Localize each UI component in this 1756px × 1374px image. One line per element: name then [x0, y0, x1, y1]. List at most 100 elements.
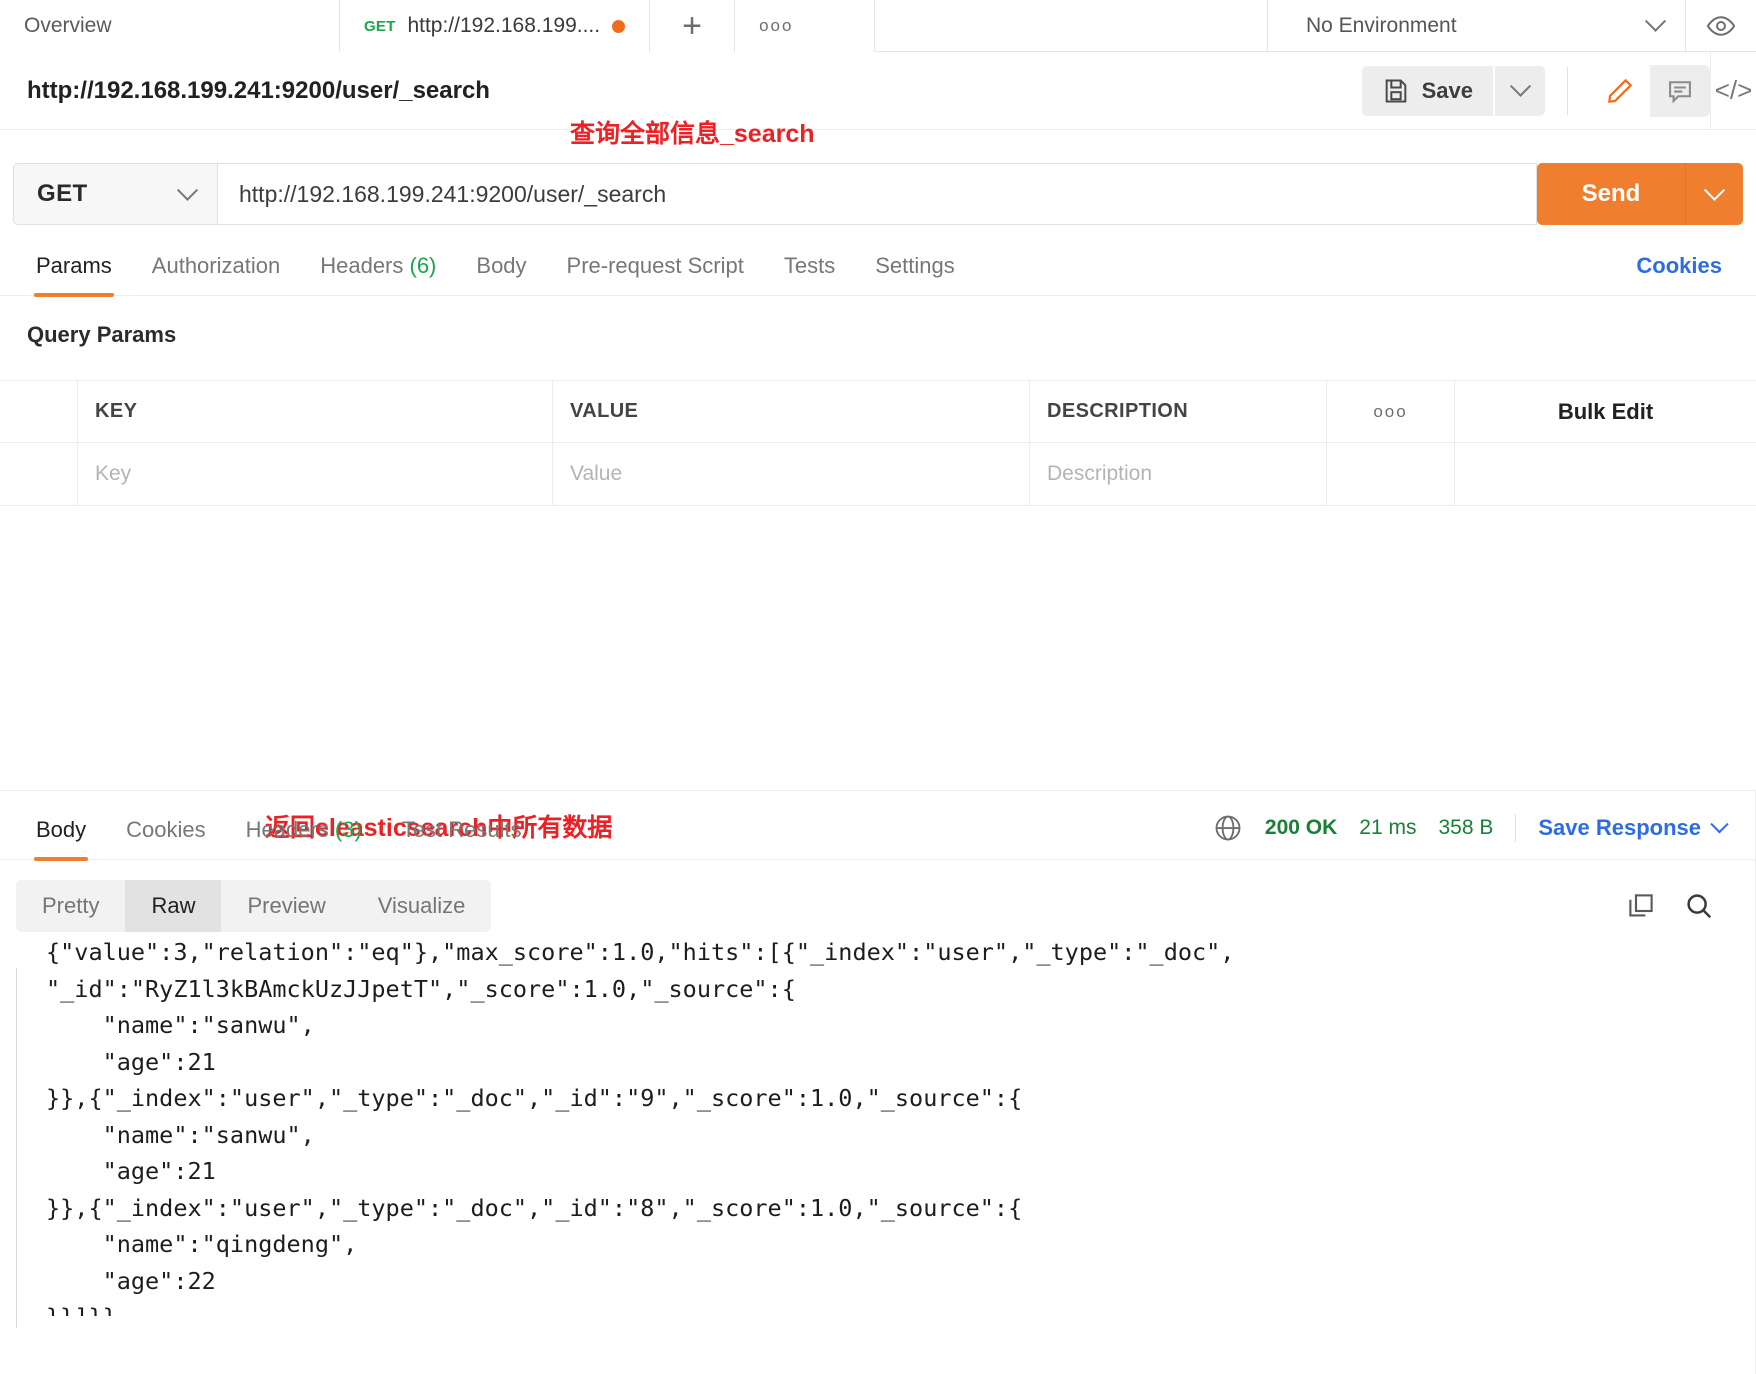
- query-params-table: KEY VALUE DESCRIPTION ooo Bulk Edit Key …: [0, 380, 1756, 506]
- save-button[interactable]: Save: [1361, 65, 1493, 116]
- format-tab-raw-label: Raw: [151, 893, 196, 918]
- tab-response-cookies[interactable]: Cookies: [106, 817, 225, 859]
- tab-authorization[interactable]: Authorization: [132, 253, 300, 295]
- row-spacer-1: [1327, 443, 1455, 505]
- save-options-button[interactable]: [1495, 65, 1545, 116]
- save-response-label: Save Response: [1538, 815, 1701, 840]
- url-input-value: http://192.168.199.241:9200/user/_search: [239, 180, 667, 207]
- tab-settings-label: Settings: [875, 253, 955, 278]
- tab-response-headers[interactable]: Headers (3): [226, 817, 382, 859]
- environment-quicklook-button[interactable]: [1686, 0, 1756, 51]
- row-value-input[interactable]: Value: [553, 443, 1030, 505]
- bulk-edit-label: Bulk Edit: [1557, 398, 1654, 424]
- page-title: http://192.168.199.241:9200/user/_search: [27, 76, 490, 104]
- postman-window: Overview GET http://192.168.199.... + oo…: [0, 0, 1756, 1374]
- edit-mode-button[interactable]: [1590, 64, 1650, 117]
- eye-icon: [1706, 15, 1736, 36]
- tab-response-headers-label: Headers: [245, 817, 329, 842]
- response-pane: Body Cookies Headers (3) Test Results 20…: [0, 790, 1756, 1374]
- code-icon: </>: [1714, 75, 1753, 105]
- tab-headers-label: Headers: [320, 253, 404, 278]
- row-description-input[interactable]: Description: [1030, 443, 1327, 505]
- tab-pre-request-script-label: Pre-request Script: [566, 253, 744, 278]
- response-size: 358 B: [1438, 816, 1494, 839]
- bulk-edit-button[interactable]: Bulk Edit: [1455, 381, 1756, 442]
- tab-test-results[interactable]: Test Results: [382, 817, 542, 859]
- ellipsis-icon: ooo: [759, 16, 794, 35]
- environment-label: No Environment: [1306, 13, 1457, 37]
- chevron-down-icon: [176, 179, 199, 201]
- row-value-placeholder: Value: [570, 462, 623, 485]
- row-key-input[interactable]: Key: [78, 443, 553, 505]
- response-body-text: {"value":3,"relation":"eq"},"max_score":…: [0, 942, 1756, 1316]
- format-tab-visualize-label: Visualize: [377, 893, 466, 918]
- request-tabs: Params Authorization Headers (6) Body Pr…: [0, 253, 1756, 297]
- url-input[interactable]: http://192.168.199.241:9200/user/_search: [217, 163, 1537, 225]
- format-tab-raw[interactable]: Raw: [125, 880, 222, 932]
- tab-params[interactable]: Params: [16, 253, 132, 297]
- cookies-link[interactable]: Cookies: [1636, 253, 1740, 295]
- request-title-bar: http://192.168.199.241:9200/user/_search…: [0, 52, 1756, 130]
- chevron-down-icon: [1644, 10, 1667, 32]
- request-actions: Save </>: [1361, 52, 1756, 129]
- table-row: Key Value Description: [0, 443, 1756, 505]
- code-snippet-button[interactable]: </>: [1710, 52, 1756, 129]
- chevron-down-icon: [1509, 75, 1531, 97]
- tab-body[interactable]: Body: [456, 253, 546, 295]
- tab-response-headers-count: (3): [334, 817, 362, 842]
- tab-body-label: Body: [476, 253, 527, 278]
- more-tabs-button[interactable]: ooo: [735, 0, 876, 52]
- tab-response-body[interactable]: Body: [16, 817, 106, 861]
- save-button-label: Save: [1421, 77, 1473, 103]
- format-tab-visualize[interactable]: Visualize: [352, 880, 492, 932]
- method-selector[interactable]: GET: [13, 163, 217, 225]
- request-body-empty-area: [0, 506, 1756, 746]
- query-params-title: Query Params: [27, 322, 177, 347]
- comment-mode-button[interactable]: [1650, 65, 1710, 117]
- save-response-button[interactable]: Save Response: [1538, 814, 1729, 841]
- header-value: VALUE: [570, 400, 639, 422]
- divider: [1567, 66, 1568, 115]
- code-lines: {"value":3,"relation":"eq"},"max_score":…: [46, 942, 1235, 1316]
- plus-icon: +: [682, 7, 703, 45]
- send-button[interactable]: Send: [1537, 163, 1685, 225]
- tab-pre-request-script[interactable]: Pre-request Script: [547, 253, 764, 295]
- status-badge: 200 OK: [1264, 816, 1338, 839]
- method-label: GET: [37, 180, 88, 207]
- row-key-placeholder: Key: [95, 462, 132, 485]
- tab-method-label: GET: [364, 17, 396, 35]
- format-tab-pretty-label: Pretty: [42, 893, 100, 918]
- response-body-viewer[interactable]: {"value":3,"relation":"eq"},"max_score":…: [0, 942, 1756, 1316]
- table-options-button[interactable]: ooo: [1327, 381, 1455, 442]
- row-checkbox-cell[interactable]: [0, 443, 78, 505]
- tab-request[interactable]: GET http://192.168.199....: [340, 0, 651, 52]
- tab-settings[interactable]: Settings: [855, 253, 975, 295]
- indent-guide: [16, 968, 17, 1328]
- row-description-placeholder: Description: [1047, 462, 1153, 485]
- globe-icon[interactable]: [1213, 813, 1243, 843]
- format-tab-pretty[interactable]: Pretty: [16, 880, 125, 932]
- tab-response-body-label: Body: [36, 817, 87, 842]
- response-format-tabs: Pretty Raw Preview Visualize: [16, 880, 492, 932]
- send-button-label: Send: [1581, 180, 1641, 207]
- tab-params-label: Params: [36, 253, 112, 278]
- send-options-button[interactable]: [1685, 163, 1743, 225]
- tab-headers[interactable]: Headers (6): [300, 253, 456, 295]
- search-icon[interactable]: [1684, 891, 1714, 921]
- url-bar: GET http://192.168.199.241:9200/user/_se…: [13, 163, 1743, 225]
- environment-selector[interactable]: No Environment: [1268, 0, 1686, 51]
- new-tab-button[interactable]: +: [650, 0, 736, 52]
- response-time: 21 ms: [1359, 816, 1417, 839]
- tab-overview[interactable]: Overview: [0, 0, 340, 52]
- tab-tests[interactable]: Tests: [764, 253, 855, 295]
- tab-headers-count: (6): [409, 253, 437, 278]
- annotation-request: 查询全部信息_search: [570, 120, 815, 148]
- table-header-row: KEY VALUE DESCRIPTION ooo Bulk Edit: [0, 381, 1756, 443]
- header-key: KEY: [95, 400, 138, 422]
- header-checkbox-cell: [0, 381, 78, 442]
- ellipsis-icon: ooo: [1373, 401, 1408, 421]
- view-mode-toggle: [1590, 64, 1710, 117]
- format-tab-preview[interactable]: Preview: [221, 880, 351, 932]
- tab-overview-label: Overview: [24, 14, 112, 37]
- copy-icon[interactable]: [1626, 891, 1656, 921]
